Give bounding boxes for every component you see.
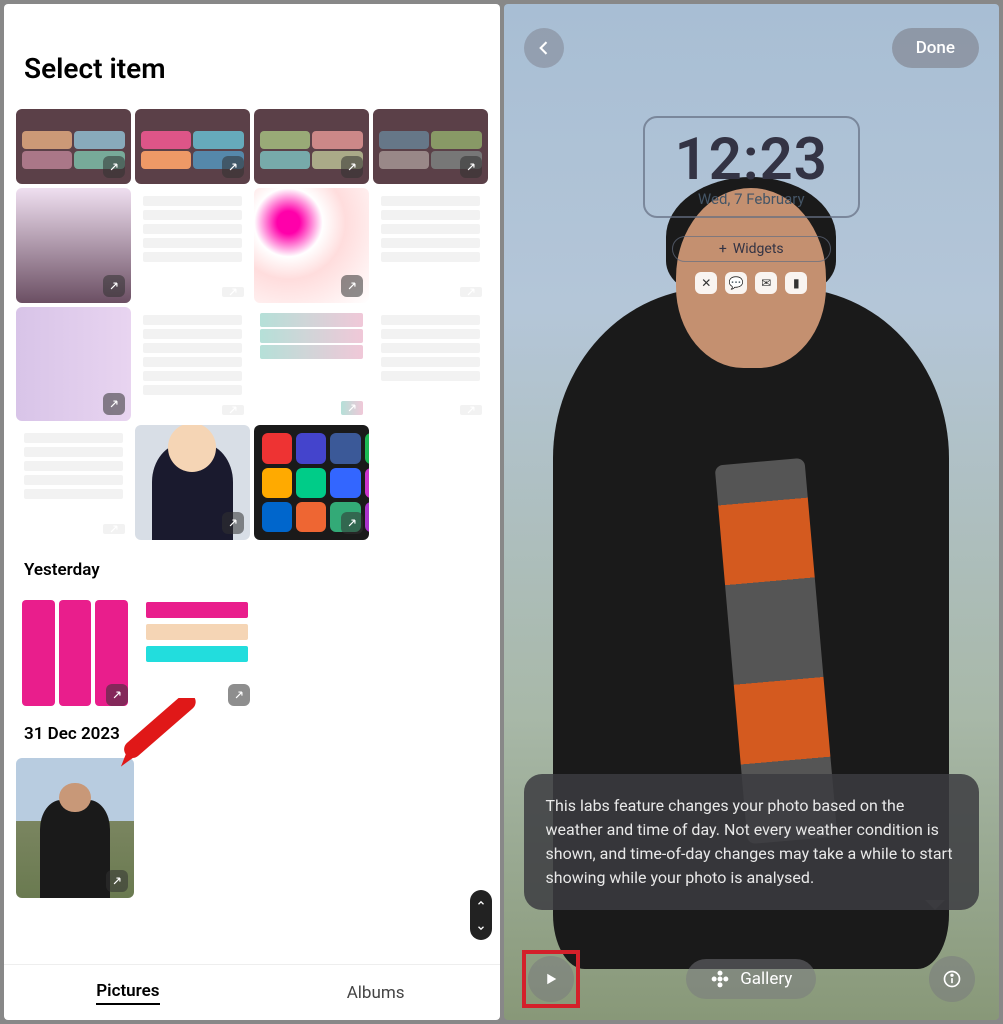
gallery-thumb[interactable] — [135, 425, 250, 540]
gallery-label: Gallery — [740, 969, 792, 989]
expand-icon — [222, 287, 244, 297]
missed-call-icon: ✕ — [695, 272, 717, 294]
lockscreen-editor: Done 12:23 Wed, 7 February + Widgets ✕ 💬… — [504, 4, 1000, 1020]
expand-icon — [222, 405, 244, 415]
expand-icon — [106, 684, 128, 706]
tab-pictures[interactable]: Pictures — [4, 965, 252, 1020]
gallery-thumb[interactable] — [16, 425, 131, 540]
gallery-picker-screen: Select item — [4, 4, 500, 1020]
expand-icon — [341, 275, 363, 297]
mail-icon: ✉ — [755, 272, 777, 294]
section-dec31: 31 Dec 2023 — [24, 724, 488, 744]
gallery-thumb[interactable] — [254, 109, 369, 184]
gallery-thumb[interactable] — [135, 307, 250, 422]
info-button[interactable] — [929, 956, 975, 1002]
play-preview-button[interactable] — [528, 956, 574, 1002]
expand-icon — [103, 275, 125, 297]
gallery-thumb[interactable] — [135, 109, 250, 184]
gallery-thumb[interactable] — [254, 307, 369, 422]
plus-icon: + — [719, 241, 727, 257]
gallery-thumb[interactable] — [16, 109, 131, 184]
empty-slot — [373, 425, 488, 540]
editor-topbar: Done — [504, 4, 1000, 76]
labs-info-text: This labs feature changes your photo bas… — [546, 796, 953, 887]
expand-icon — [222, 512, 244, 534]
scroll-indicator[interactable] — [470, 890, 492, 940]
gallery-thumb[interactable] — [373, 109, 488, 184]
sim-icon: ▮ — [785, 272, 807, 294]
notification-icons: ✕ 💬 ✉ ▮ — [643, 272, 860, 294]
gallery-thumb[interactable] — [16, 188, 131, 303]
flower-icon — [710, 969, 730, 989]
clock-time: 12:23 — [675, 126, 828, 194]
expand-icon — [228, 684, 250, 706]
expand-icon — [103, 156, 125, 178]
expand-icon — [341, 512, 363, 534]
widgets-label: Widgets — [733, 241, 784, 257]
gallery-thumb[interactable] — [254, 188, 369, 303]
expand-icon — [341, 401, 363, 415]
expand-icon — [103, 393, 125, 415]
message-icon: 💬 — [725, 272, 747, 294]
page-title: Select item — [24, 52, 488, 85]
gallery-thumb[interactable] — [373, 307, 488, 422]
gallery-thumb[interactable] — [373, 188, 488, 303]
bottom-tabs: Pictures Albums — [4, 964, 500, 1020]
gallery-thumb[interactable] — [16, 307, 131, 422]
labs-info-tooltip: This labs feature changes your photo bas… — [524, 774, 980, 910]
gallery-thumb[interactable] — [135, 188, 250, 303]
gallery-thumb[interactable] — [254, 425, 369, 540]
expand-icon — [460, 405, 482, 415]
recent-grid — [16, 109, 488, 540]
editor-bottom-row: Gallery — [504, 956, 1000, 1002]
yesterday-row — [16, 594, 488, 712]
expand-icon — [103, 524, 125, 534]
section-yesterday: Yesterday — [24, 560, 488, 580]
expand-icon — [222, 156, 244, 178]
expand-icon — [106, 870, 128, 892]
clock-block: 12:23 Wed, 7 February + Widgets ✕ 💬 ✉ ▮ — [643, 116, 860, 294]
expand-icon — [460, 287, 482, 297]
gallery-source-button[interactable]: Gallery — [686, 959, 816, 999]
expand-icon — [341, 156, 363, 178]
photo-thumb-selected[interactable] — [16, 758, 134, 898]
gallery-thumb[interactable] — [16, 594, 134, 712]
add-widgets-button[interactable]: + Widgets — [672, 236, 831, 262]
gallery-content: Select item — [4, 4, 500, 964]
tab-albums[interactable]: Albums — [252, 965, 500, 1020]
expand-icon — [460, 156, 482, 178]
clock-frame[interactable]: 12:23 Wed, 7 February — [643, 116, 860, 218]
gallery-thumb[interactable] — [138, 594, 256, 712]
done-button[interactable]: Done — [892, 28, 979, 68]
back-button[interactable] — [524, 28, 564, 68]
